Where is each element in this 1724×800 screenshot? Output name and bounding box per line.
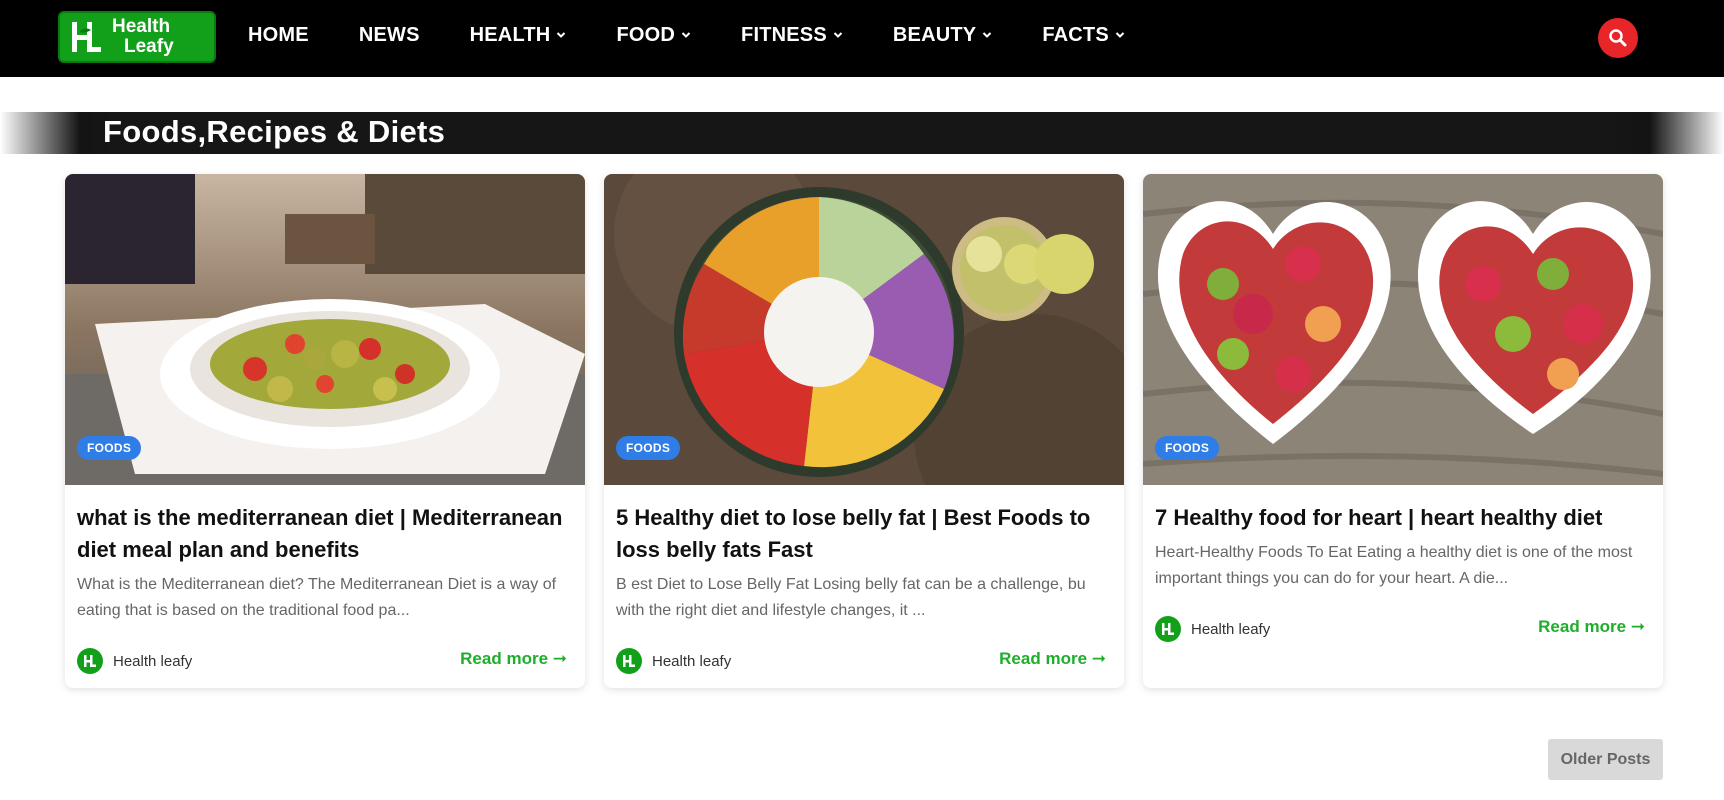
read-more-link[interactable]: Read more ➞ — [1538, 617, 1645, 637]
chevron-down-icon — [983, 32, 992, 38]
chevron-down-icon — [557, 32, 566, 38]
nav-facts[interactable]: FACTS — [1042, 24, 1125, 47]
post-card[interactable]: FOODS what is the mediterranean diet | M… — [65, 174, 585, 688]
author-avatar — [616, 648, 642, 674]
post-excerpt: What is the Mediterranean diet? The Medi… — [77, 576, 557, 619]
author-name: Health leafy — [113, 652, 193, 670]
post-image-pasta[interactable]: FOODS — [65, 174, 585, 485]
nav-beauty-label: BEAUTY — [892, 23, 977, 46]
older-posts-button[interactable]: Older Posts — [1548, 739, 1663, 780]
post-title[interactable]: 7 Healthy food for heart | heart healthy… — [1155, 502, 1651, 534]
nav-home-label: HOME — [248, 23, 309, 46]
logo-hl-icon — [60, 11, 112, 63]
post-author: Health leafy — [77, 648, 192, 674]
nav-health[interactable]: HEALTH — [470, 24, 567, 47]
category-badge[interactable]: FOODS — [1155, 436, 1220, 460]
author-name: Health leafy — [1191, 620, 1271, 638]
nav-news-label: NEWS — [358, 23, 420, 46]
logo-text: Health Leafy — [112, 17, 174, 57]
post-title[interactable]: 5 Healthy diet to lose belly fat | Best … — [616, 502, 1112, 566]
nav-facts-label: FACTS — [1042, 23, 1109, 46]
nav-fitness[interactable]: FITNESS — [741, 24, 843, 47]
read-more-link[interactable]: Read more ➞ — [999, 649, 1106, 669]
post-excerpt: B est Diet to Lose Belly Fat Losing bell… — [616, 576, 1086, 619]
nav-food[interactable]: FOOD — [616, 24, 691, 47]
author-avatar — [1155, 616, 1181, 642]
nav-food-label: FOOD — [616, 23, 676, 46]
nav-home[interactable]: HOME — [248, 24, 309, 47]
post-author: Health leafy — [616, 648, 731, 674]
post-author: Health leafy — [1155, 616, 1270, 642]
site-logo[interactable]: Health Leafy — [58, 11, 216, 63]
nav-news[interactable]: NEWS — [359, 24, 420, 47]
search-button[interactable] — [1598, 18, 1638, 58]
chevron-down-icon — [681, 32, 691, 38]
post-image-fruit-hearts[interactable]: FOODS — [1143, 174, 1663, 485]
post-title[interactable]: what is the mediterranean diet | Mediter… — [77, 502, 573, 566]
logo-line1: Health — [112, 16, 171, 37]
author-avatar — [77, 648, 103, 674]
category-badge[interactable]: FOODS — [616, 436, 681, 460]
main-nav: HOME NEWS HEALTH FOOD FITNESS BEAUTY FAC… — [248, 0, 1175, 70]
search-icon — [1609, 29, 1627, 47]
post-image-salad-bowl[interactable]: FOODS — [604, 174, 1124, 485]
chevron-down-icon — [1115, 32, 1125, 38]
category-badge[interactable]: FOODS — [77, 436, 142, 460]
author-name: Health leafy — [652, 652, 732, 670]
chevron-down-icon — [833, 32, 843, 38]
post-excerpt: Heart-Healthy Foods To Eat Eating a heal… — [1155, 544, 1633, 587]
top-navbar: Health Leafy HOME NEWS HEALTH FOOD FITNE… — [0, 0, 1724, 77]
post-card[interactable]: FOODS 7 Healthy food for heart | heart h… — [1143, 174, 1663, 688]
nav-fitness-label: FITNESS — [741, 23, 827, 46]
read-more-link[interactable]: Read more ➞ — [460, 649, 567, 669]
logo-line2: Leafy — [124, 36, 174, 57]
post-card[interactable]: FOODS 5 Healthy diet to lose belly fat |… — [604, 174, 1124, 688]
section-title: Foods,Recipes & Diets — [103, 114, 446, 149]
nav-health-label: HEALTH — [469, 23, 551, 46]
nav-beauty[interactable]: BEAUTY — [893, 24, 992, 47]
